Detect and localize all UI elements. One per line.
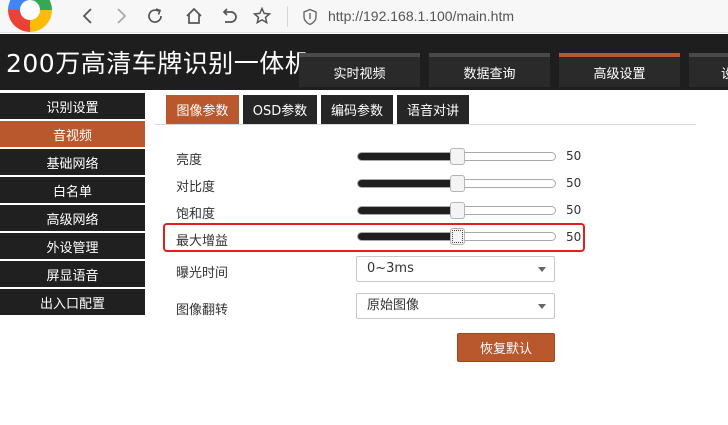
app-header: 200万高清车牌识别一体机 实时视频 数据查询 高级设置 设 bbox=[0, 34, 728, 90]
browser-toolbar: http://192.168.1.100/main.htm bbox=[0, 0, 728, 33]
sidebar: 识别设置 音视频 基础网络 白名单 高级网络 外设管理 屏显语音 出入口配置 bbox=[0, 93, 145, 317]
url-field[interactable]: http://192.168.1.100/main.htm bbox=[328, 6, 514, 26]
sidebar-item-display-voice[interactable]: 屏显语音 bbox=[0, 261, 145, 287]
subtab-divider bbox=[155, 124, 696, 125]
tab-data-query[interactable]: 数据查询 bbox=[429, 53, 550, 87]
subtab-image-params[interactable]: 图像参数 bbox=[166, 95, 239, 124]
sidebar-item-whitelist[interactable]: 白名单 bbox=[0, 177, 145, 203]
sidebar-item-basic-network[interactable]: 基础网络 bbox=[0, 149, 145, 175]
tab-live-video[interactable]: 实时视频 bbox=[299, 53, 420, 87]
contrast-slider[interactable] bbox=[357, 175, 556, 192]
brightness-label: 亮度 bbox=[176, 153, 203, 168]
brightness-slider[interactable] bbox=[357, 148, 556, 165]
tab-advanced-settings[interactable]: 高级设置 bbox=[559, 53, 680, 87]
undo-icon[interactable] bbox=[216, 3, 242, 29]
sidebar-item-advanced-network[interactable]: 高级网络 bbox=[0, 205, 145, 231]
exposure-label: 曝光时间 bbox=[176, 266, 229, 281]
sidebar-item-audio-video[interactable]: 音视频 bbox=[0, 121, 145, 147]
restore-defaults-button[interactable]: 恢复默认 bbox=[457, 333, 555, 362]
sidebar-item-peripherals[interactable]: 外设管理 bbox=[0, 233, 145, 259]
sidebar-item-recognition[interactable]: 识别设置 bbox=[0, 93, 145, 119]
saturation-value: 50 bbox=[566, 203, 582, 217]
chevron-down-icon bbox=[538, 304, 546, 309]
saturation-slider-thumb[interactable] bbox=[449, 202, 465, 219]
app-title: 200万高清车牌识别一体机 bbox=[6, 49, 311, 78]
address-divider bbox=[287, 6, 288, 27]
brightness-slider-thumb[interactable] bbox=[449, 148, 465, 165]
brightness-value: 50 bbox=[566, 149, 582, 163]
chevron-down-icon bbox=[538, 267, 546, 272]
max-gain-slider-thumb[interactable] bbox=[449, 228, 465, 245]
max-gain-slider-fill bbox=[358, 233, 457, 240]
contrast-slider-fill bbox=[358, 180, 457, 187]
exposure-select-value: 0~3ms bbox=[367, 261, 414, 276]
image-flip-select[interactable]: 原始图像 bbox=[356, 293, 555, 319]
max-gain-label: 最大增益 bbox=[176, 234, 229, 249]
subtab-voice-intercom[interactable]: 语音对讲 bbox=[397, 95, 469, 124]
sidebar-item-entrance-exit[interactable]: 出入口配置 bbox=[0, 289, 145, 315]
image-flip-label: 图像翻转 bbox=[176, 303, 229, 318]
bookmark-star-icon[interactable] bbox=[249, 3, 275, 29]
max-gain-value: 50 bbox=[566, 230, 582, 244]
back-icon[interactable] bbox=[75, 3, 101, 29]
saturation-slider-fill bbox=[358, 207, 457, 214]
reload-icon[interactable] bbox=[142, 3, 168, 29]
tab-settings-partial[interactable]: 设 bbox=[689, 53, 728, 87]
contrast-slider-thumb[interactable] bbox=[449, 175, 465, 192]
browser-logo-icon bbox=[8, 0, 52, 32]
subtab-osd-params[interactable]: OSD参数 bbox=[243, 95, 317, 124]
contrast-value: 50 bbox=[566, 176, 582, 190]
saturation-label: 饱和度 bbox=[176, 207, 216, 222]
home-icon[interactable] bbox=[181, 3, 207, 29]
exposure-select[interactable]: 0~3ms bbox=[356, 256, 555, 282]
contrast-label: 对比度 bbox=[176, 180, 216, 195]
shield-icon bbox=[303, 8, 317, 26]
forward-icon[interactable] bbox=[108, 3, 134, 29]
brightness-slider-fill bbox=[358, 153, 457, 160]
saturation-slider[interactable] bbox=[357, 202, 556, 219]
subtab-encoding-params[interactable]: 编码参数 bbox=[321, 95, 393, 124]
image-flip-select-value: 原始图像 bbox=[367, 298, 420, 313]
max-gain-slider[interactable] bbox=[357, 228, 556, 245]
